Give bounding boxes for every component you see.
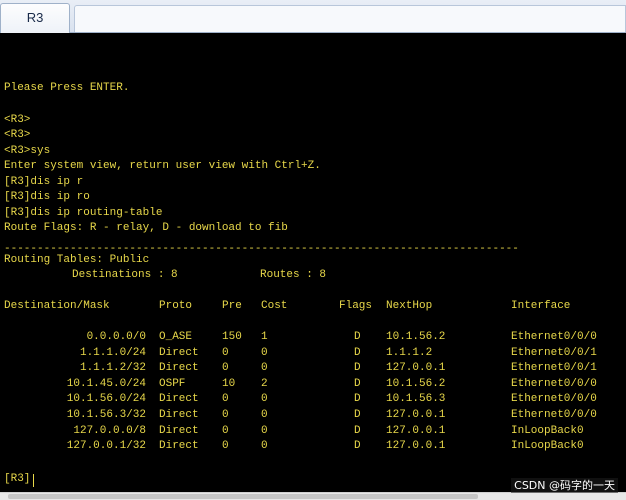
table-cell: Ethernet0/0/0 xyxy=(511,378,597,390)
routes-count: Routes : 8 xyxy=(260,269,327,281)
terminal-console[interactable]: Please Press ENTER. <R3> <R3> <R3>sys En… xyxy=(0,33,626,492)
terminal-line: Enter system view, return user view with… xyxy=(4,160,321,172)
watermark: CSDN @码字的一天 xyxy=(511,478,618,493)
table-cell: 1.1.1.2/32 xyxy=(79,362,146,374)
table-cell: 10.1.56.2 xyxy=(386,331,446,343)
table-cell: 0 xyxy=(222,393,229,405)
tab-strip-empty xyxy=(74,5,626,32)
table-cell: 0 xyxy=(261,393,268,405)
column-header: Flags xyxy=(339,300,373,312)
terminal-line: <R3> xyxy=(4,129,31,141)
table-cell: D xyxy=(354,347,361,359)
table-cell: Direct xyxy=(159,393,199,405)
table-cell: 10.1.56.3 xyxy=(386,393,446,405)
table-cell: Direct xyxy=(159,425,199,437)
tab-r3[interactable]: R3 xyxy=(0,3,70,33)
terminal-line: Please Press ENTER. xyxy=(4,82,130,94)
scrollbar-thumb[interactable] xyxy=(8,494,478,499)
table-cell: 0 xyxy=(222,425,229,437)
table-cell: 127.0.0.1 xyxy=(386,362,446,374)
table-cell: Direct xyxy=(159,440,199,452)
table-cell: 1.1.1.0/24 xyxy=(79,347,146,359)
column-header: Cost xyxy=(261,300,288,312)
table-cell: 0 xyxy=(261,440,268,452)
table-cell: 0 xyxy=(222,362,229,374)
table-cell: 0 xyxy=(261,425,268,437)
table-cell: Direct xyxy=(159,409,199,421)
destinations-count: Destinations : 8 xyxy=(72,269,178,281)
table-cell: D xyxy=(354,440,361,452)
table-cell: Ethernet0/0/1 xyxy=(511,347,597,359)
text-cursor xyxy=(33,474,34,487)
column-header: Proto xyxy=(159,300,193,312)
table-cell: D xyxy=(354,331,361,343)
column-header: Interface xyxy=(511,300,571,312)
tab-bar: R3 xyxy=(0,0,626,33)
table-cell: 127.0.0.1/32 xyxy=(66,440,146,452)
terminal-line: [R3]dis ip routing-table xyxy=(4,207,163,219)
table-cell: 0 xyxy=(222,440,229,452)
table-cell: 150 xyxy=(222,331,242,343)
table-cell: 0 xyxy=(222,409,229,421)
table-cell: 127.0.0.1 xyxy=(386,409,446,421)
table-cell: 0 xyxy=(261,409,268,421)
terminal-line: [R3]dis ip r xyxy=(4,176,84,188)
terminal-line: Route Flags: R - relay, D - download to … xyxy=(4,222,288,234)
table-cell: 0 xyxy=(222,347,229,359)
terminal-line: <R3>sys xyxy=(4,145,51,157)
table-cell: 0 xyxy=(261,362,268,374)
table-cell: D xyxy=(354,409,361,421)
table-cell: 2 xyxy=(261,378,268,390)
terminal-line: <R3> xyxy=(4,114,31,126)
table-cell: D xyxy=(354,378,361,390)
table-cell: D xyxy=(354,425,361,437)
table-cell: Ethernet0/0/0 xyxy=(511,331,597,343)
command-prompt: [R3] xyxy=(4,473,31,485)
column-header: Destination/Mask xyxy=(4,300,110,312)
column-header: NextHop xyxy=(386,300,433,312)
table-cell: 127.0.0.1 xyxy=(386,440,446,452)
table-cell: O_ASE xyxy=(159,331,193,343)
table-cell: Ethernet0/0/0 xyxy=(511,409,597,421)
table-cell: 10.1.56.0/24 xyxy=(66,393,146,405)
table-cell: D xyxy=(354,362,361,374)
table-cell: 1.1.1.2 xyxy=(386,347,433,359)
table-cell: Direct xyxy=(159,362,199,374)
table-cell: InLoopBack0 xyxy=(511,440,584,452)
horizontal-scrollbar[interactable] xyxy=(0,492,626,500)
column-header: Pre xyxy=(222,300,242,312)
table-cell: OSPF xyxy=(159,378,186,390)
table-cell: 1 xyxy=(261,331,268,343)
table-cell: InLoopBack0 xyxy=(511,425,584,437)
table-cell: Ethernet0/0/1 xyxy=(511,362,597,374)
table-cell: D xyxy=(354,393,361,405)
table-cell: 0 xyxy=(261,347,268,359)
table-cell: 10.1.45.0/24 xyxy=(66,378,146,390)
table-cell: 0.0.0.0/0 xyxy=(86,331,146,343)
table-cell: Direct xyxy=(159,347,199,359)
table-cell: 127.0.0.1 xyxy=(386,425,446,437)
routing-tables-line: Routing Tables: Public xyxy=(4,254,150,266)
terminal-line: [R3]dis ip ro xyxy=(4,191,90,203)
table-cell: 10.1.56.2 xyxy=(386,378,446,390)
table-cell: 127.0.0.0/8 xyxy=(73,425,146,437)
table-cell: 10.1.56.3/32 xyxy=(66,409,146,421)
table-cell: Ethernet0/0/0 xyxy=(511,393,597,405)
table-cell: 10 xyxy=(222,378,236,390)
